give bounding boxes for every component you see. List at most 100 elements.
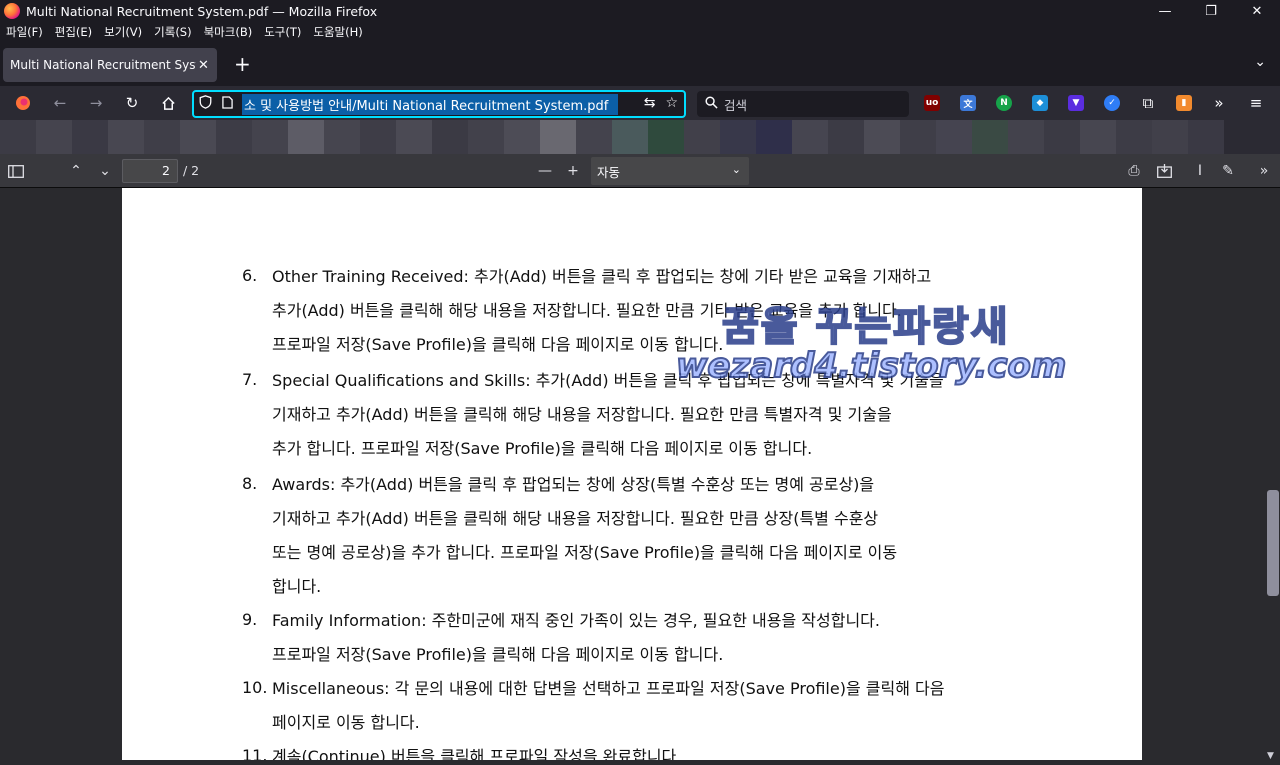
new-tab-button[interactable]: + (234, 52, 251, 76)
bookmark-item[interactable] (180, 120, 216, 154)
bookmark-item[interactable] (0, 120, 36, 154)
tracking-shield-icon[interactable] (194, 95, 216, 113)
item-line: Special Qualifications and Skills: 추가(Ad… (272, 371, 944, 390)
tab-active[interactable]: Multi National Recruitment System.pdf ✕ (3, 48, 217, 82)
forward-arrow-icon[interactable]: → (85, 92, 107, 114)
green-extension-icon[interactable]: N (996, 95, 1012, 111)
shield-extension-icon[interactable]: ◆ (1032, 95, 1048, 111)
download-icon[interactable] (1154, 161, 1174, 181)
item-line: Other Training Received: 추가(Add) 버튼을 클릭 … (272, 267, 932, 286)
zoom-select[interactable]: 자동 ⌄ (591, 157, 749, 185)
page-info-icon[interactable] (216, 95, 238, 113)
bookmark-item[interactable] (576, 120, 612, 154)
close-window-button[interactable]: ✕ (1234, 0, 1280, 22)
tools-overflow-icon[interactable]: » (1254, 161, 1274, 181)
item-number: 9. (242, 610, 258, 629)
bookmark-item[interactable] (1008, 120, 1044, 154)
bookmark-item[interactable] (432, 120, 468, 154)
bookmark-star-icon[interactable]: ☆ (665, 95, 678, 111)
search-bar[interactable]: 검색 (697, 91, 909, 117)
bookmark-item[interactable] (1080, 120, 1116, 154)
item-number: 10. (242, 678, 268, 697)
bookmark-item[interactable] (396, 120, 432, 154)
zoom-in-icon[interactable]: + (563, 161, 583, 181)
bookmark-item[interactable] (648, 120, 684, 154)
next-page-icon[interactable]: ⌄ (95, 161, 115, 181)
vertical-scrollbar[interactable]: ▼ (1264, 188, 1280, 765)
item-line: 또는 명예 공로상)을 추가 합니다. 프로파일 저장(Save Profile… (272, 543, 898, 562)
draw-pen-icon[interactable]: ✎ (1218, 161, 1238, 181)
bookmark-item[interactable] (1152, 120, 1188, 154)
menu-file[interactable]: 파일(F) (6, 24, 43, 40)
bookmark-item[interactable] (720, 120, 756, 154)
bookmark-item[interactable] (612, 120, 648, 154)
scroll-down-arrow-icon[interactable]: ▼ (1267, 751, 1274, 761)
previous-page-icon[interactable]: ⌃ (66, 161, 86, 181)
bookmark-item[interactable] (1116, 120, 1152, 154)
bookmark-item[interactable] (864, 120, 900, 154)
reload-icon[interactable]: ↻ (121, 92, 143, 114)
bookmark-item[interactable] (324, 120, 360, 154)
bookmark-item[interactable] (756, 120, 792, 154)
blue-check-extension-icon[interactable]: ✓ (1104, 95, 1120, 111)
bookmark-item[interactable] (36, 120, 72, 154)
url-text[interactable]: 소 및 사용방법 안내/Multi National Recruitment S… (242, 93, 618, 115)
bookmark-item[interactable] (1188, 120, 1224, 154)
tab-title: Multi National Recruitment System.pdf (10, 58, 196, 72)
bookmark-item[interactable] (504, 120, 540, 154)
item-number: 7. (242, 370, 258, 389)
bookmark-item[interactable] (540, 120, 576, 154)
translate-icon[interactable]: ⇆ (644, 95, 656, 111)
purple-extension-icon[interactable]: ▼ (1068, 95, 1084, 111)
menu-view[interactable]: 보기(V) (104, 24, 142, 40)
page-number-input[interactable]: 2 (122, 159, 178, 183)
tab-close-icon[interactable]: ✕ (198, 58, 209, 73)
bookmark-item[interactable] (972, 120, 1008, 154)
hamburger-menu-icon[interactable]: ≡ (1245, 92, 1267, 114)
bookmark-item[interactable] (144, 120, 180, 154)
menu-tools[interactable]: 도구(T) (264, 24, 301, 40)
url-bar[interactable]: 소 및 사용방법 안내/Multi National Recruitment S… (192, 90, 686, 118)
menu-bookmarks[interactable]: 북마크(B) (204, 24, 253, 40)
bookmark-item[interactable] (252, 120, 288, 154)
firefox-view-icon[interactable] (12, 92, 34, 114)
bookmark-item[interactable] (792, 120, 828, 154)
search-icon (705, 95, 718, 113)
bookmark-item[interactable] (216, 120, 252, 154)
pdf-toolbar: ⌃ ⌄ 2 / 2 — + 자동 ⌄ ⎙ I ✎ » (0, 154, 1280, 188)
bookmark-item[interactable] (936, 120, 972, 154)
url-actions: ⇆ ☆ (644, 95, 678, 111)
translate-extension-icon[interactable]: 文 (960, 95, 976, 111)
item-line: Awards: 추가(Add) 버튼을 클릭 후 팝업되는 창에 상장(특별 수… (272, 475, 875, 494)
overflow-menu-icon[interactable]: » (1208, 92, 1230, 114)
menu-history[interactable]: 기록(S) (154, 24, 191, 40)
menu-edit[interactable]: 편집(E) (55, 24, 92, 40)
pdf-viewer[interactable]: 6. Other Training Received: 추가(Add) 버튼을 … (0, 188, 1280, 765)
sidebar-toggle-icon[interactable] (6, 161, 26, 181)
zoom-out-icon[interactable]: — (535, 161, 555, 181)
print-icon[interactable]: ⎙ (1124, 161, 1144, 181)
bookmark-item[interactable] (1044, 120, 1080, 154)
maximize-button[interactable]: ❐ (1188, 0, 1234, 22)
bookmark-item[interactable] (360, 120, 396, 154)
text-cursor-icon[interactable]: I (1190, 161, 1210, 181)
minimize-button[interactable]: — (1142, 0, 1188, 22)
scrollbar-thumb[interactable] (1267, 490, 1279, 596)
bookmark-item[interactable] (468, 120, 504, 154)
ublock-extension-icon[interactable]: uo (924, 95, 940, 111)
item-number: 11. (242, 746, 268, 760)
bookmark-item[interactable] (288, 120, 324, 154)
bookmark-item[interactable] (900, 120, 936, 154)
bookmark-item[interactable] (828, 120, 864, 154)
back-arrow-icon[interactable]: ← (49, 92, 71, 114)
bookmark-item[interactable] (72, 120, 108, 154)
list-all-tabs-button[interactable]: ⌄ (1254, 54, 1266, 70)
bookmark-item[interactable] (684, 120, 720, 154)
zoom-value: 자동 (597, 164, 621, 180)
trash-extension-icon[interactable]: ▮ (1176, 95, 1192, 111)
bookmark-item[interactable] (1224, 120, 1244, 154)
home-icon[interactable] (157, 92, 179, 114)
menu-help[interactable]: 도움말(H) (313, 24, 362, 40)
extensions-puzzle-icon[interactable]: ⧉ (1137, 92, 1159, 114)
bookmark-item[interactable] (108, 120, 144, 154)
